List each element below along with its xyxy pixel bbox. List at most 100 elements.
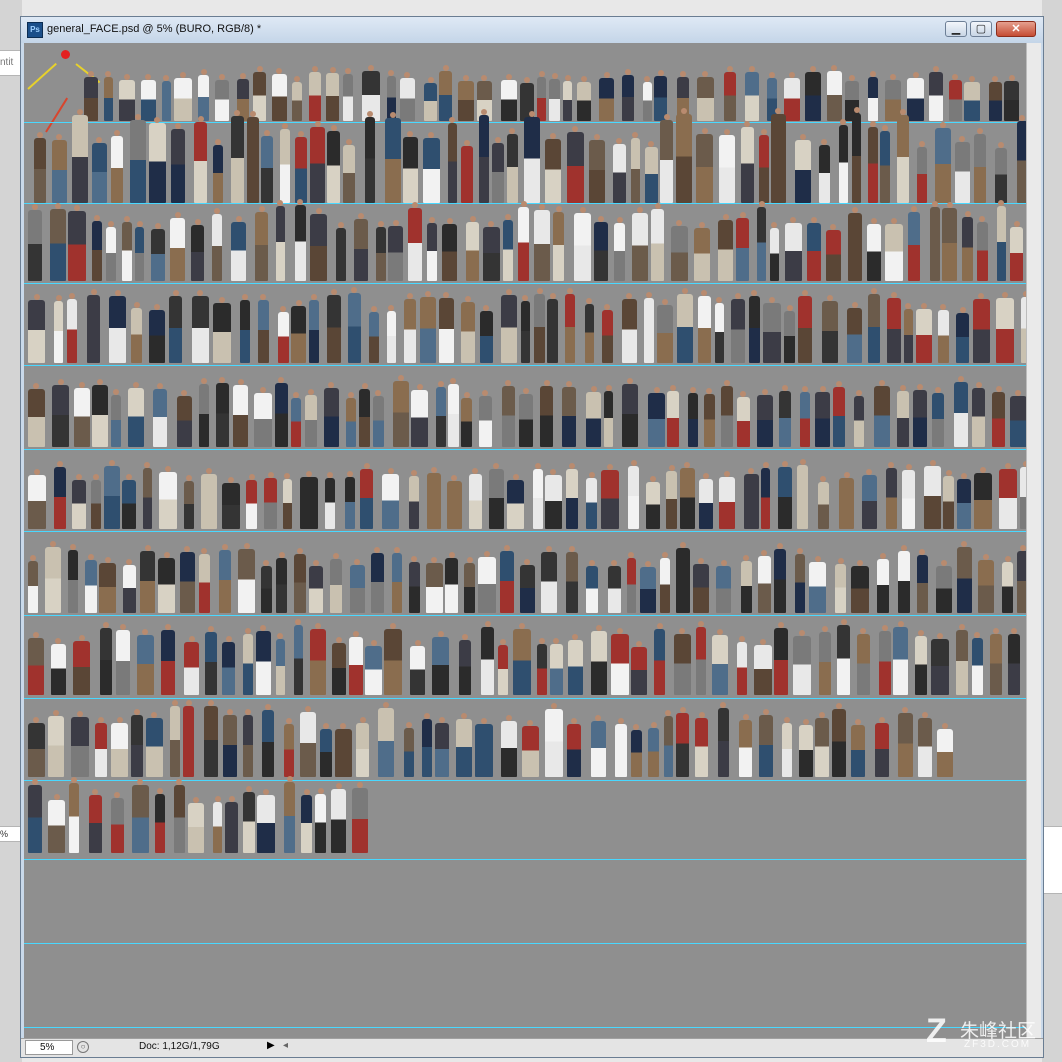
person-cutout <box>520 558 535 613</box>
person-cutout <box>173 778 185 853</box>
maximize-button[interactable]: ▢ <box>970 21 992 37</box>
person-cutout <box>699 473 713 529</box>
person-cutout <box>403 721 414 777</box>
person-cutout <box>897 108 909 203</box>
person-cutout <box>131 302 143 363</box>
doc-size-info: Doc: 1,12G/1,79G <box>139 1041 220 1052</box>
person-cutout <box>913 383 928 447</box>
person-cutout <box>908 206 920 281</box>
person-cutout <box>158 551 176 613</box>
person-cutout <box>309 560 324 613</box>
person-cutout <box>134 220 145 281</box>
person-cutout <box>688 387 698 447</box>
person-cutout <box>408 469 420 529</box>
person-cutout <box>261 560 272 613</box>
person-cutout <box>277 305 289 363</box>
person-cutout <box>730 292 746 363</box>
person-cutout <box>351 782 369 853</box>
person-cutout <box>34 132 47 203</box>
minimize-icon: ▁ <box>951 23 961 35</box>
info-icon[interactable]: ○ <box>77 1041 89 1053</box>
person-cutout <box>943 469 954 529</box>
person-cutout <box>577 75 591 121</box>
person-cutout <box>591 624 607 695</box>
title-bar[interactable]: Ps general_FACE.psd @ 5% (BURO, RGB/8) *… <box>21 17 1043 43</box>
person-cutout <box>427 217 438 281</box>
person-cutout <box>566 717 582 777</box>
person-cutout <box>50 637 67 695</box>
person-cutout <box>540 380 554 447</box>
person-cutout <box>566 463 579 529</box>
minimize-button[interactable]: ▁ <box>945 21 967 37</box>
guide-line <box>24 780 1026 781</box>
person-cutout <box>612 138 626 203</box>
background-zoom-clip: % <box>0 826 21 842</box>
person-cutout <box>176 389 192 447</box>
person-cutout <box>85 553 97 613</box>
watermark-logo: Z <box>926 1012 947 1050</box>
zoom-field[interactable]: 5% <box>25 1040 73 1055</box>
person-cutout <box>784 304 795 363</box>
person-cutout <box>378 701 395 777</box>
person-cutout <box>601 463 620 529</box>
person-cutout <box>319 722 333 777</box>
person-cutout <box>275 199 285 281</box>
person-cutout <box>978 553 995 613</box>
person-cutout <box>292 75 302 121</box>
person-cutout <box>431 631 450 695</box>
window-title: general_FACE.psd @ 5% (BURO, RGB/8) * <box>47 23 262 35</box>
person-cutout <box>736 212 750 281</box>
person-cutout <box>305 389 317 447</box>
person-cutout <box>330 553 343 613</box>
person-cutout <box>797 459 809 529</box>
person-cutout <box>94 717 108 777</box>
person-cutout <box>995 141 1008 203</box>
person-cutout <box>584 297 594 363</box>
status-menu-arrow-icon[interactable]: ▶ <box>267 1040 275 1051</box>
photoshop-icon: Ps <box>27 22 43 38</box>
person-cutout <box>561 380 577 447</box>
document-window[interactable]: Ps general_FACE.psd @ 5% (BURO, RGB/8) *… <box>20 16 1044 1058</box>
person-cutout <box>382 467 399 529</box>
person-cutout <box>243 627 254 695</box>
person-cutout <box>833 380 846 447</box>
person-cutout <box>717 701 730 777</box>
person-cutout <box>917 711 933 777</box>
person-cutout <box>924 460 941 529</box>
person-cutout <box>264 472 278 529</box>
person-cutout <box>657 299 674 363</box>
person-cutout <box>89 788 102 853</box>
person-cutout <box>422 713 433 777</box>
person-cutout <box>748 290 761 363</box>
person-cutout <box>111 129 124 203</box>
person-cutout <box>838 119 848 203</box>
person-cutout <box>769 221 779 281</box>
person-cutout <box>545 468 562 529</box>
person-cutout <box>643 292 654 363</box>
person-cutout <box>518 201 529 281</box>
document-canvas[interactable] <box>24 43 1026 1041</box>
person-cutout <box>160 623 175 695</box>
close-button[interactable]: ✕ <box>996 21 1036 37</box>
person-cutout <box>148 117 167 203</box>
person-cutout <box>280 123 290 203</box>
person-cutout <box>598 71 615 121</box>
person-cutout <box>916 548 928 613</box>
person-cutout <box>386 304 396 363</box>
person-cutout <box>640 560 656 613</box>
vertical-scrollbar[interactable] <box>1026 43 1041 1041</box>
person-cutout <box>458 634 472 695</box>
person-cutout <box>759 709 773 777</box>
person-cutout <box>403 293 417 363</box>
person-cutout <box>524 110 540 203</box>
person-cutout <box>99 622 113 695</box>
person-cutout <box>720 379 734 447</box>
person-cutout <box>122 559 136 613</box>
person-cutout <box>373 389 384 447</box>
person-cutout <box>91 474 102 529</box>
person-cutout <box>507 473 525 529</box>
person-cutout <box>929 66 944 121</box>
scroll-left-icon[interactable]: ◂ <box>283 1040 288 1051</box>
background-panel <box>1043 826 1062 894</box>
person-cutout <box>293 619 303 695</box>
